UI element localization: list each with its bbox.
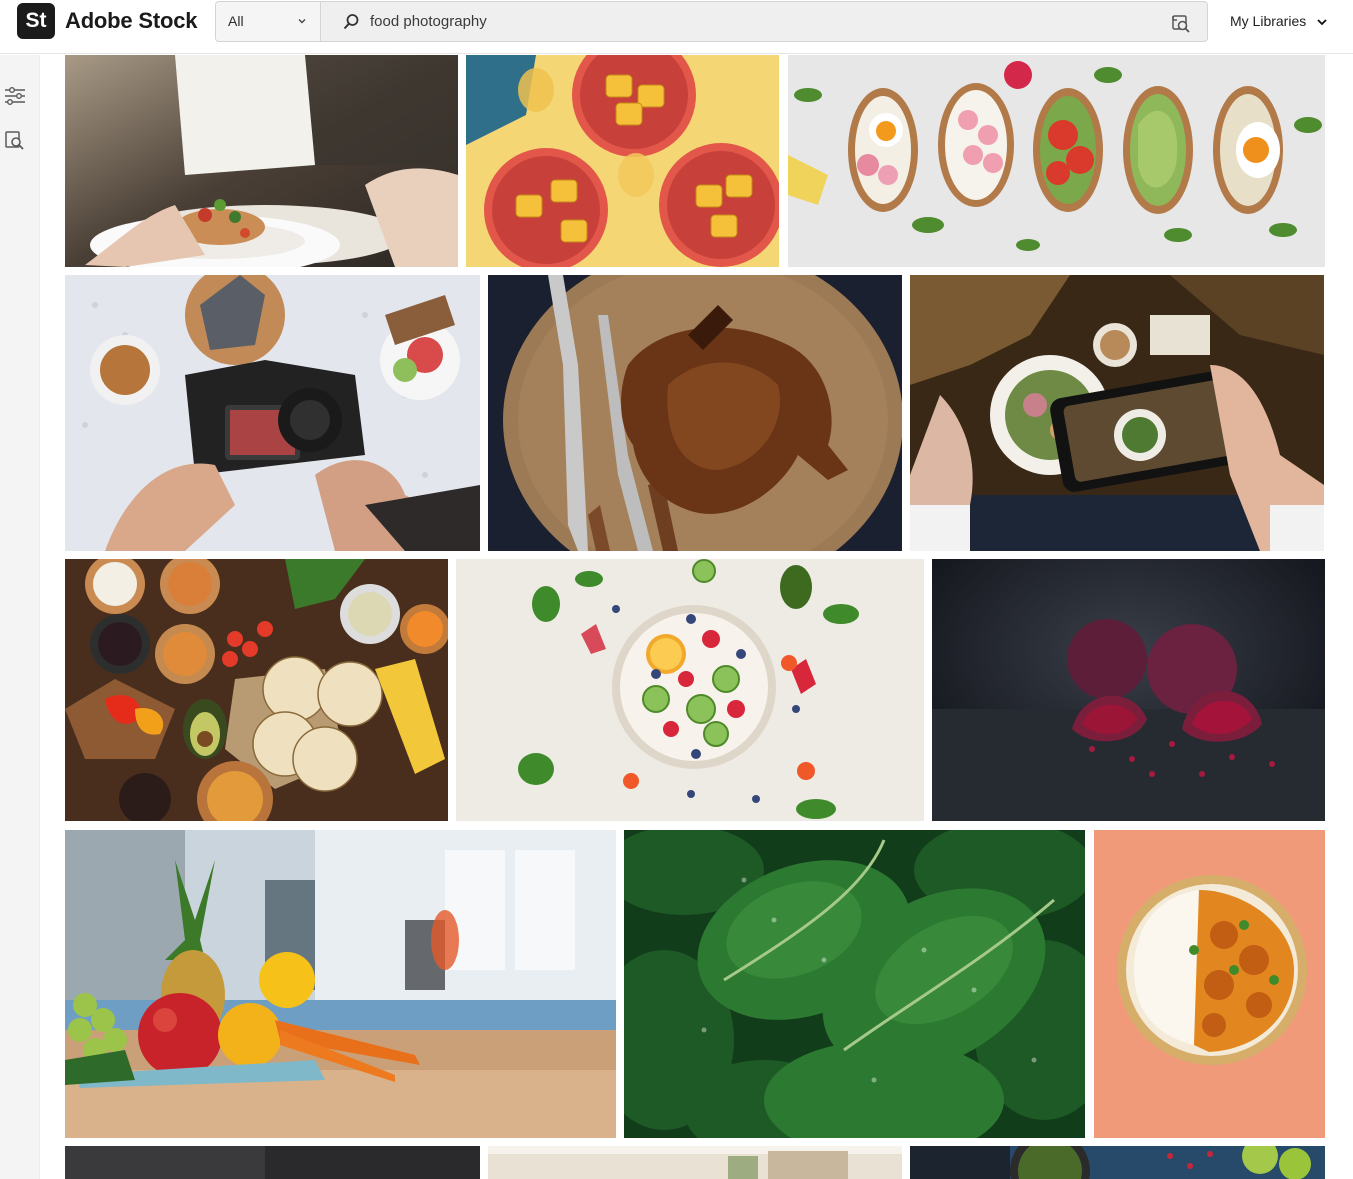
result-phone-photographing-salad[interactable]: [910, 275, 1324, 551]
visual-search-icon[interactable]: [1170, 12, 1192, 34]
result-salad-bowl-partial[interactable]: [910, 1146, 1325, 1179]
result-dark-partial[interactable]: [65, 1146, 480, 1179]
result-image: [1094, 830, 1325, 1138]
filters-icon[interactable]: [3, 85, 27, 107]
search-input[interactable]: [370, 2, 1150, 41]
result-grilled-corn-plates[interactable]: [466, 55, 779, 267]
my-libraries-button[interactable]: My Libraries: [1222, 8, 1336, 36]
result-image: [65, 1146, 480, 1179]
app-title[interactable]: Adobe Stock: [65, 8, 197, 34]
result-mexican-food-spread[interactable]: [65, 559, 448, 821]
result-camera-photographing-food[interactable]: [65, 275, 480, 551]
adobe-stock-logo[interactable]: St: [17, 3, 55, 39]
result-image: [910, 1146, 1325, 1179]
result-image: [65, 55, 458, 267]
top-bar: St Adobe Stock All My Libraries: [0, 0, 1353, 54]
result-image: [65, 830, 616, 1138]
search-field: [322, 2, 1207, 41]
result-image: [65, 275, 480, 551]
result-kitchen-partial[interactable]: [488, 1146, 902, 1179]
result-curry-with-rice[interactable]: [1094, 830, 1325, 1138]
result-image: [788, 55, 1325, 267]
result-image: [456, 559, 924, 821]
result-avocado-toasts[interactable]: [788, 55, 1325, 267]
result-fruit-in-gym[interactable]: [65, 830, 616, 1138]
result-image: [65, 559, 448, 821]
result-image: [488, 275, 902, 551]
result-chef-plating-dish[interactable]: [65, 55, 458, 267]
result-roast-chicken-board[interactable]: [488, 275, 902, 551]
search-bar: All: [215, 1, 1208, 42]
find-similar-icon[interactable]: [4, 129, 26, 151]
my-libraries-label: My Libraries: [1230, 13, 1307, 29]
asset-type-value: All: [228, 13, 244, 29]
chevron-down-icon: [1317, 19, 1327, 26]
result-spinach-leaves[interactable]: [624, 830, 1085, 1138]
chevron-down-icon: [298, 19, 306, 24]
result-image: [932, 559, 1325, 821]
asset-type-dropdown[interactable]: All: [216, 2, 321, 41]
search-icon[interactable]: [342, 13, 360, 31]
result-image: [624, 830, 1085, 1138]
result-image: [488, 1146, 902, 1179]
result-image: [910, 275, 1324, 551]
left-rail: [0, 55, 40, 1179]
result-salad-bowl-scattered[interactable]: [456, 559, 924, 821]
result-pomegranates-dark[interactable]: [932, 559, 1325, 821]
result-image: [466, 55, 779, 267]
